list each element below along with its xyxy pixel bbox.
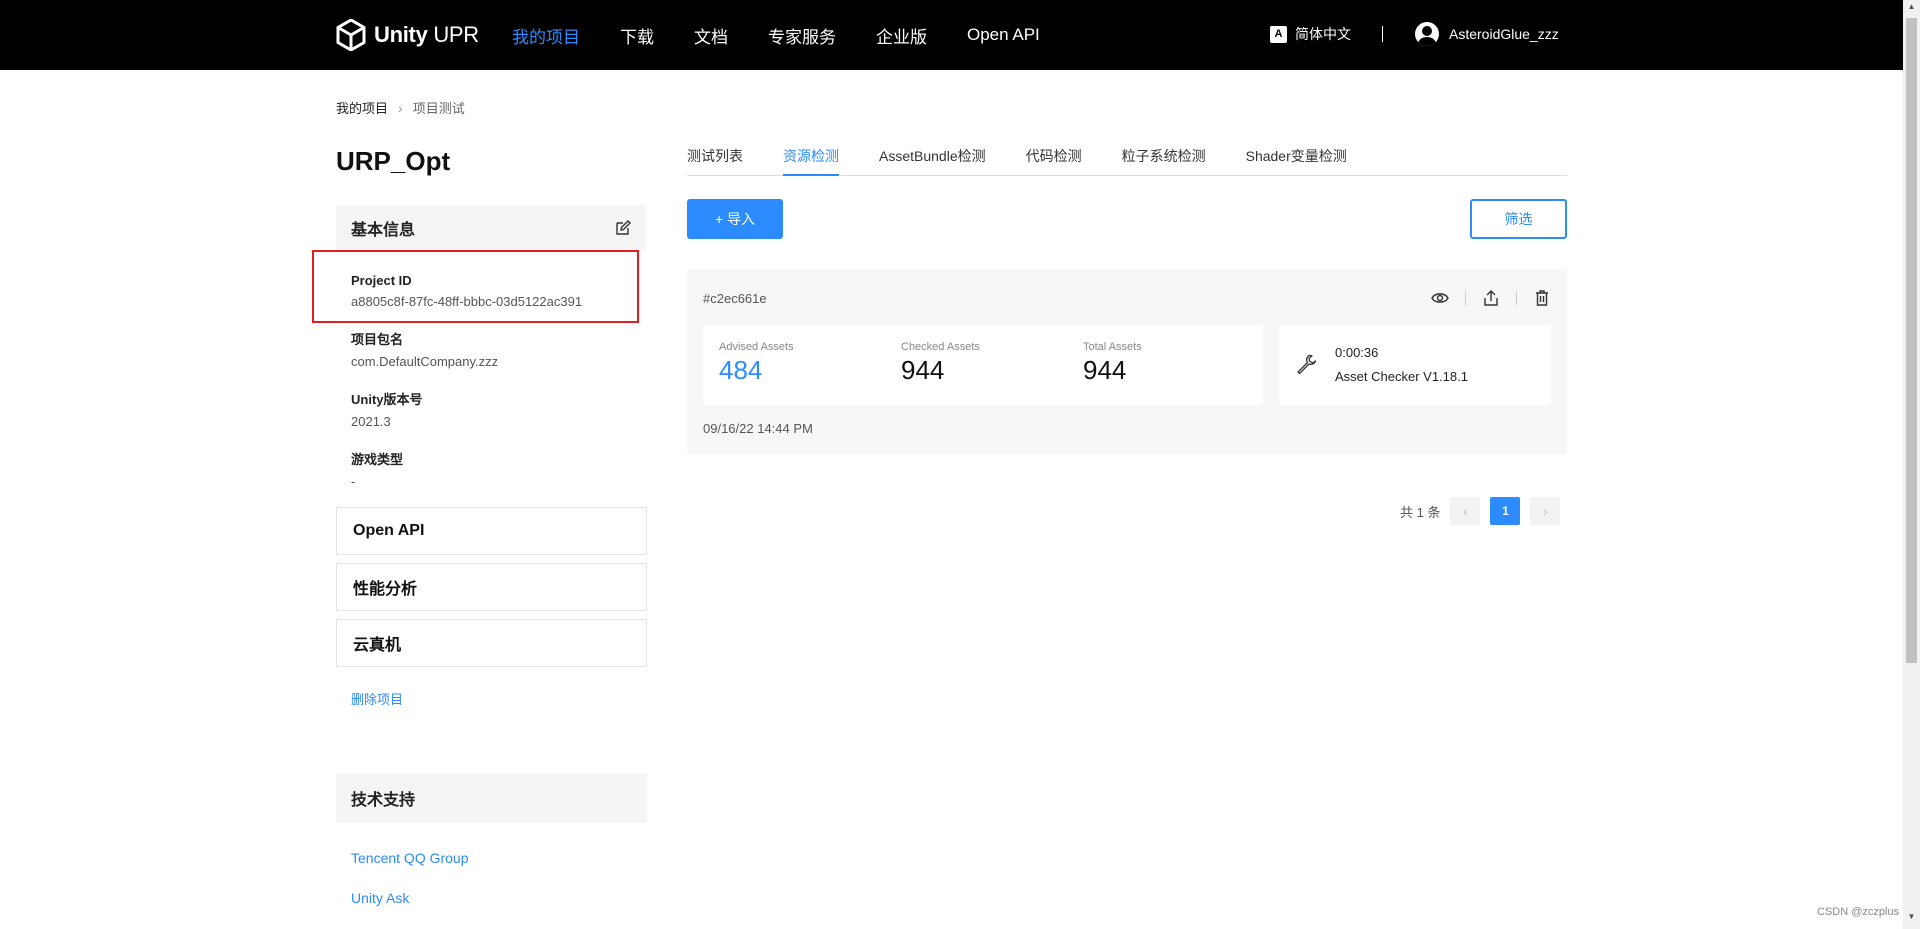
stat-total-assets: Total Assets 944 bbox=[1083, 341, 1142, 386]
section-cloud-device[interactable]: 云真机 bbox=[336, 619, 647, 667]
main-nav: 我的项目 下载 文档 专家服务 企业版 Open API bbox=[512, 0, 1040, 70]
check-duration: 0:00:36 bbox=[1335, 345, 1379, 360]
support-header: 技术支持 bbox=[336, 773, 647, 823]
edit-icon[interactable] bbox=[615, 220, 631, 236]
breadcrumb-my-projects[interactable]: 我的项目 bbox=[336, 98, 388, 117]
filter-button[interactable]: 筛选 bbox=[1470, 199, 1567, 239]
field-value: - bbox=[351, 474, 356, 489]
section-open-api[interactable]: Open API bbox=[336, 507, 647, 555]
report-id: #c2ec661e bbox=[703, 291, 767, 306]
action-divider bbox=[1465, 291, 1466, 305]
field-label: Unity版本号 bbox=[351, 392, 423, 407]
stat-label: Advised Assets bbox=[719, 341, 794, 353]
support-link-unity-ask[interactable]: Unity Ask bbox=[351, 890, 409, 906]
field-package-name: 项目包名 com.DefaultCompany.zzz bbox=[336, 329, 646, 369]
prev-page-icon[interactable]: ‹ bbox=[1450, 497, 1481, 525]
watermark: CSDN @zczplus bbox=[1817, 906, 1900, 918]
stat-label: Checked Assets bbox=[901, 341, 980, 353]
tab-assetbundle-check[interactable]: AssetBundle检测 bbox=[879, 146, 986, 175]
stat-value: 484 bbox=[719, 355, 763, 385]
action-divider bbox=[1516, 291, 1517, 305]
nav-open-api[interactable]: Open API bbox=[967, 25, 1040, 45]
basic-info-card: 基本信息 Project ID a8805c8f-87fc-48ff-bbbc-… bbox=[336, 205, 646, 489]
field-label: 项目包名 bbox=[351, 332, 404, 347]
avatar-icon bbox=[1415, 22, 1439, 46]
share-icon[interactable] bbox=[1482, 289, 1500, 307]
pagination-total: 共 1 条 bbox=[1400, 504, 1441, 520]
field-unity-version: Unity版本号 2021.3 bbox=[336, 389, 646, 429]
highlight-annotation-box bbox=[312, 250, 639, 323]
delete-project-link[interactable]: 删除项目 bbox=[351, 689, 403, 708]
stat-label: Total Assets bbox=[1083, 341, 1142, 353]
test-tabs: 测试列表 资源检测 AssetBundle检测 代码检测 粒子系统检测 Shad… bbox=[687, 146, 1567, 176]
tab-code-check[interactable]: 代码检测 bbox=[1026, 146, 1082, 175]
nav-enterprise[interactable]: 企业版 bbox=[876, 23, 927, 48]
tab-particle-check[interactable]: 粒子系统检测 bbox=[1122, 146, 1206, 175]
trash-icon[interactable] bbox=[1533, 289, 1551, 307]
field-label: 游戏类型 bbox=[351, 452, 404, 467]
scroll-down-arrow-icon[interactable]: ▼ bbox=[1906, 912, 1917, 922]
section-performance-analysis[interactable]: 性能分析 bbox=[336, 563, 647, 611]
nav-docs[interactable]: 文档 bbox=[694, 23, 728, 48]
stat-value: 944 bbox=[901, 355, 945, 385]
nav-my-projects[interactable]: 我的项目 bbox=[512, 23, 580, 48]
top-nav-bar: Unity UPR 我的项目 下载 文档 专家服务 企业版 Open API A… bbox=[0, 0, 1903, 70]
field-value: 2021.3 bbox=[351, 414, 391, 429]
field-game-type: 游戏类型 - bbox=[336, 449, 646, 489]
unity-cube-icon bbox=[336, 19, 366, 51]
tab-shader-variant-check[interactable]: Shader变量检测 bbox=[1246, 146, 1347, 175]
unity-logo[interactable]: Unity UPR bbox=[336, 18, 479, 52]
breadcrumb: 我的项目 › 项目测试 bbox=[336, 98, 465, 117]
asset-stats-box: Advised Assets 484 Checked Assets 944 To… bbox=[703, 325, 1263, 405]
wrench-icon bbox=[1297, 354, 1317, 375]
logo-text: Unity UPR bbox=[374, 22, 479, 47]
page-title: URP_Opt bbox=[336, 146, 451, 176]
chevron-right-icon: › bbox=[398, 99, 403, 116]
stat-checked-assets: Checked Assets 944 bbox=[901, 341, 980, 386]
field-value: com.DefaultCompany.zzz bbox=[351, 354, 499, 369]
stat-value: 944 bbox=[1083, 355, 1127, 385]
basic-info-header: 基本信息 bbox=[336, 205, 646, 251]
import-button[interactable]: + 导入 bbox=[687, 199, 783, 239]
tool-version: Asset Checker V1.18.1 bbox=[1335, 369, 1468, 384]
pagination: 共 1 条 ‹ 1 › bbox=[1400, 497, 1561, 525]
language-label: 简体中文 bbox=[1295, 26, 1351, 42]
page-number-button[interactable]: 1 bbox=[1490, 497, 1521, 525]
tab-test-list[interactable]: 测试列表 bbox=[687, 146, 743, 175]
next-page-icon[interactable]: › bbox=[1530, 497, 1561, 525]
report-actions bbox=[1431, 289, 1551, 307]
report-date: 09/16/22 14:44 PM bbox=[703, 421, 813, 436]
tab-asset-check[interactable]: 资源检测 bbox=[783, 146, 839, 176]
report-card[interactable]: #c2ec661e Advised Assets 484 Checked Ass… bbox=[687, 269, 1567, 454]
language-switcher[interactable]: A 简体中文 bbox=[1270, 24, 1351, 44]
username: AsteroidGlue_zzz bbox=[1449, 26, 1559, 42]
language-icon: A bbox=[1270, 25, 1287, 43]
tool-info-box: 0:00:36 Asset Checker V1.18.1 bbox=[1279, 325, 1551, 405]
eye-icon[interactable] bbox=[1431, 289, 1449, 307]
header-divider bbox=[1382, 26, 1383, 42]
user-menu[interactable]: AsteroidGlue_zzz bbox=[1415, 22, 1559, 46]
breadcrumb-current: 项目测试 bbox=[412, 101, 465, 116]
basic-info-title: 基本信息 bbox=[351, 222, 416, 239]
scroll-up-arrow-icon[interactable]: ▲ bbox=[1906, 2, 1917, 12]
nav-download[interactable]: 下载 bbox=[620, 23, 654, 48]
support-link-qq-group[interactable]: Tencent QQ Group bbox=[351, 850, 469, 866]
scrollbar-thumb[interactable] bbox=[1906, 18, 1917, 663]
nav-expert-services[interactable]: 专家服务 bbox=[768, 23, 836, 48]
stat-advised-assets: Advised Assets 484 bbox=[719, 341, 794, 386]
